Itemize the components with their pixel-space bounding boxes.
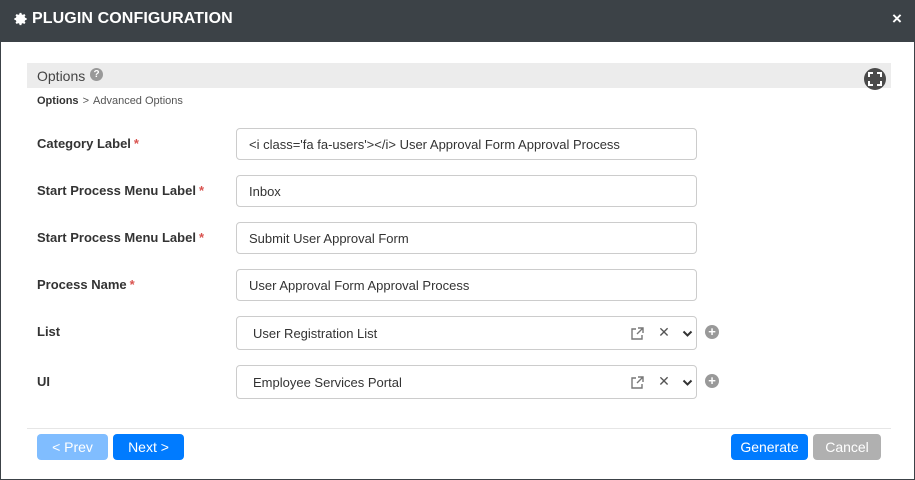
start-process-menu-label-label-2: Start Process Menu Label * [37,230,204,245]
expand-icon [868,72,882,86]
cancel-button[interactable]: Cancel [813,434,881,460]
add-list-button[interactable]: + [705,325,719,339]
field-label-text: Category Label [37,136,131,151]
list-select[interactable]: User Registration List ✕ [236,316,697,350]
clear-icon[interactable]: ✕ [658,374,670,389]
ui-label: UI [37,374,50,389]
start-process-menu-label-input[interactable] [236,175,697,207]
breadcrumb-separator: > [82,95,89,107]
chevron-down-icon[interactable] [682,377,693,388]
category-label-label: Category Label * [37,136,139,151]
prev-button[interactable]: < Prev [37,434,108,460]
start-process-menu-label-label: Start Process Menu Label * [37,183,204,198]
field-label-text: Process Name [37,277,127,292]
field-label-text: List [37,324,61,339]
required-marker: * [198,230,205,245]
gear-icon [14,12,27,26]
ui-select-value: Employee Services Portal [253,375,402,390]
close-icon[interactable]: × [890,10,904,27]
add-ui-button[interactable]: + [705,374,719,388]
footer-divider [27,428,891,429]
clear-icon[interactable]: ✕ [658,325,670,340]
dialog-titlebar: PLUGIN CONFIGURATION × [1,1,914,42]
category-label-input[interactable] [236,128,697,160]
fullscreen-button[interactable] [864,68,886,90]
process-name-label: Process Name * [37,277,135,292]
list-label: List [37,324,60,339]
dialog-title: PLUGIN CONFIGURATION [32,10,233,27]
generate-button[interactable]: Generate [731,434,808,460]
breadcrumb-next[interactable]: Advanced Options [93,95,183,107]
chevron-down-icon[interactable] [682,328,693,339]
field-label-text: Start Process Menu Label [37,230,196,245]
field-label-text: Start Process Menu Label [37,183,196,198]
external-link-icon[interactable] [630,375,645,390]
help-icon[interactable]: ? [90,68,103,81]
plugin-configuration-dialog: PLUGIN CONFIGURATION × Options ? Options… [0,0,915,480]
next-button[interactable]: Next > [113,434,184,460]
field-label-text: UI [37,374,50,389]
required-marker: * [198,183,205,198]
list-select-value: User Registration List [253,326,378,341]
process-name-input[interactable] [236,269,697,301]
breadcrumb: Options > Advanced Options [37,95,183,107]
start-process-menu-label-input-2[interactable] [236,222,697,254]
options-title: Options [37,68,86,84]
options-header-bar: Options ? [27,63,891,88]
required-marker: * [129,277,135,292]
required-marker: * [133,136,139,151]
ui-select[interactable]: Employee Services Portal ✕ [236,365,697,399]
external-link-icon[interactable] [630,326,645,341]
breadcrumb-current[interactable]: Options [37,95,79,107]
